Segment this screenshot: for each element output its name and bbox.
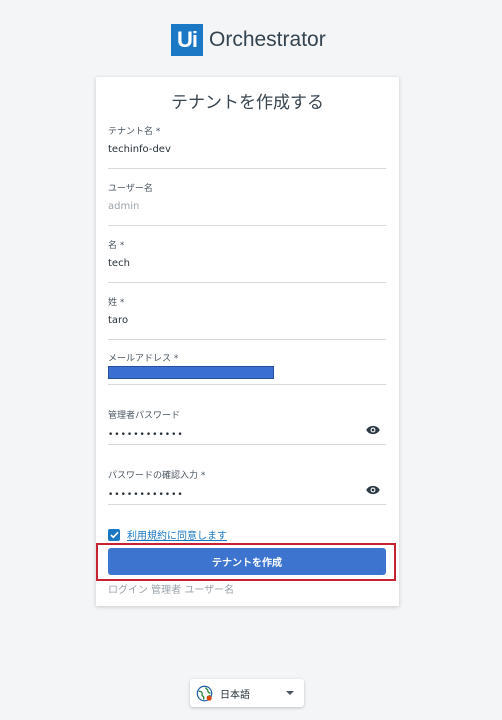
language-label: 日本語 <box>220 689 250 701</box>
email-field[interactable]: メールアドレス * <box>108 351 386 385</box>
redacted-email-value <box>108 366 274 379</box>
username-label: ユーザー名 <box>108 184 153 194</box>
last-name-field[interactable]: 姓 * taro <box>108 295 386 340</box>
last-name-value: taro <box>108 315 129 326</box>
email-label: メールアドレス * <box>108 354 179 364</box>
tenant-name-field[interactable]: テナント名 * techinfo-dev <box>108 124 386 169</box>
admin-password-label: 管理者パスワード <box>108 411 181 421</box>
terms-link[interactable]: 利用規約に同意します <box>127 527 227 542</box>
confirm-password-value: •••••••••••• <box>108 490 184 500</box>
username-value: admin <box>108 201 140 212</box>
terms-row: 利用規約に同意します <box>108 527 227 542</box>
highlight-box <box>96 543 396 581</box>
confirm-password-field[interactable]: パスワードの確認入力 * •••••••••••• <box>108 468 386 505</box>
globe-icon <box>196 685 213 701</box>
language-selector[interactable]: 日本語 <box>190 679 304 707</box>
eye-icon[interactable] <box>366 425 380 435</box>
first-name-value: tech <box>108 258 130 269</box>
login-hint-text: ログイン 管理者 ユーザー名 <box>108 585 235 596</box>
last-name-label: 姓 * <box>108 298 125 308</box>
admin-password-value: •••••••••••• <box>108 430 184 440</box>
terms-checkbox[interactable] <box>108 528 120 541</box>
page-title: テナントを作成する <box>171 93 324 113</box>
eye-icon[interactable] <box>366 485 380 495</box>
admin-password-field[interactable]: 管理者パスワード •••••••••••• <box>108 408 386 445</box>
orchestrator-logo: Ui Orchestrator <box>171 24 326 56</box>
logo-text: Orchestrator <box>209 28 326 51</box>
create-tenant-card: テナントを作成する テナント名 * techinfo-dev ユーザー名 adm… <box>96 77 399 606</box>
chevron-down-icon <box>286 691 294 695</box>
tenant-name-label: テナント名 * <box>108 127 161 137</box>
username-field: ユーザー名 admin <box>108 181 386 226</box>
tenant-name-value: techinfo-dev <box>108 144 171 155</box>
first-name-label: 名 * <box>108 241 125 251</box>
first-name-field[interactable]: 名 * tech <box>108 238 386 283</box>
check-icon <box>109 531 119 538</box>
confirm-password-label: パスワードの確認入力 * <box>108 471 206 481</box>
logo-mark: Ui <box>171 24 203 56</box>
